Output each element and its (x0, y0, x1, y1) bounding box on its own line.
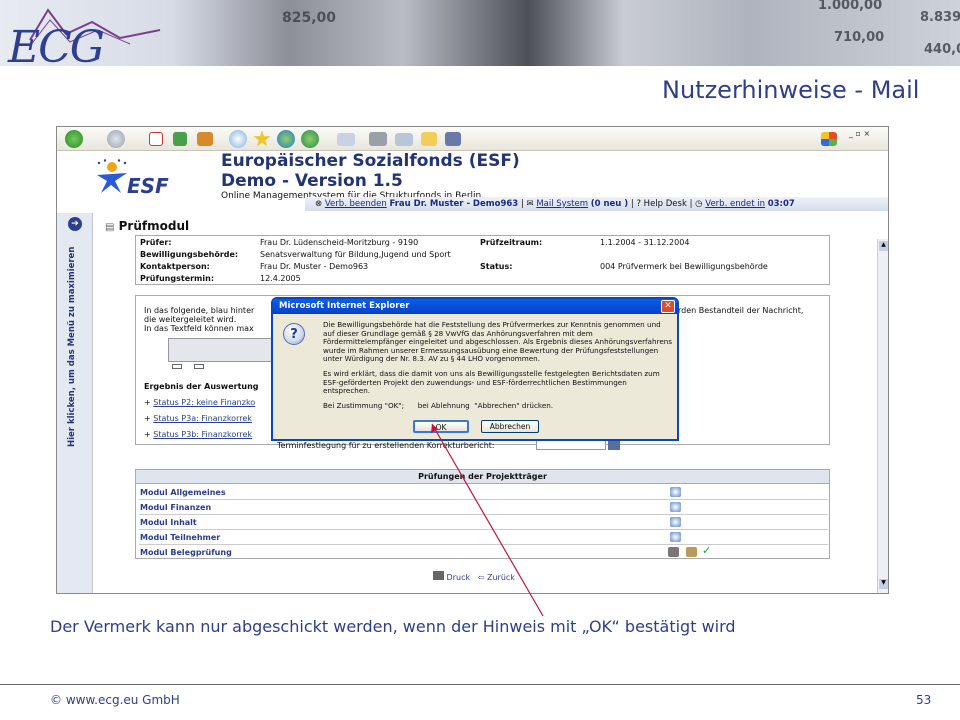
page-number: 53 (916, 693, 932, 707)
slide-caption: Der Vermerk kann nur abgeschickt werden,… (50, 617, 736, 636)
annotation-arrow (431, 423, 544, 617)
footer-divider (0, 684, 960, 685)
footer-copyright: © www.ecg.eu GmbH (50, 693, 180, 707)
